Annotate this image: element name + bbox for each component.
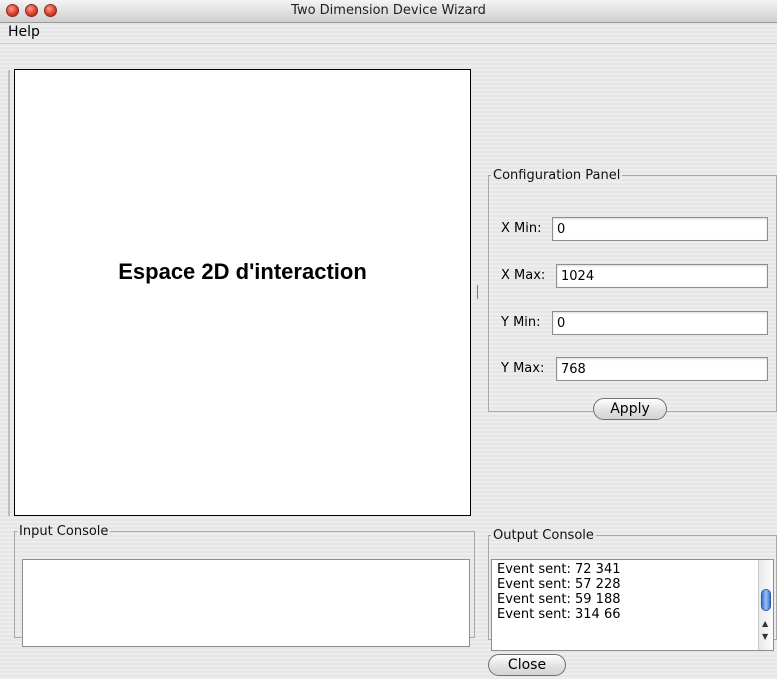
menu-bar: Help: [0, 23, 777, 44]
configuration-panel-legend: Configuration Panel: [493, 168, 621, 183]
y-max-row: Y Max:: [501, 357, 771, 381]
configuration-panel: Configuration Panel X Min: X Max: Y Min:…: [488, 168, 777, 420]
splitter-handle[interactable]: [477, 285, 478, 299]
y-min-row: Y Min:: [501, 311, 771, 335]
output-line: Event sent: 72 341: [497, 562, 621, 577]
output-line: Event sent: 314 66: [497, 607, 621, 622]
output-line: Event sent: 57 228: [497, 577, 621, 592]
x-min-field[interactable]: [552, 217, 768, 241]
y-min-label: Y Min:: [501, 315, 541, 330]
close-button[interactable]: Close: [488, 654, 566, 676]
output-line: Event sent: 59 188: [497, 592, 621, 607]
y-max-label: Y Max:: [501, 361, 545, 376]
y-min-field[interactable]: [552, 311, 768, 335]
output-console-text[interactable]: Event sent: 72 341 Event sent: 57 228 Ev…: [491, 559, 774, 651]
interaction-canvas[interactable]: Espace 2D d'interaction: [14, 69, 471, 516]
menu-help[interactable]: Help: [8, 24, 40, 40]
output-console-panel: Output Console Event sent: 72 341 Event …: [488, 528, 777, 651]
x-max-label: X Max:: [501, 268, 546, 283]
x-min-row: X Min:: [501, 217, 771, 241]
scroll-up-icon[interactable]: ▲: [762, 619, 768, 628]
window-title: Two Dimension Device Wizard: [291, 3, 486, 18]
output-console-legend: Output Console: [493, 528, 594, 543]
x-max-row: X Max:: [501, 264, 771, 288]
left-edge-divider: [8, 70, 10, 516]
input-console-legend: Input Console: [19, 524, 109, 539]
scroll-down-icon[interactable]: ▼: [762, 632, 768, 641]
input-console-panel: Input Console: [14, 524, 475, 647]
canvas-label: Espace 2D d'interaction: [118, 259, 367, 284]
apply-button[interactable]: Apply: [593, 398, 667, 420]
y-max-field[interactable]: [556, 357, 768, 381]
output-lines: Event sent: 72 341 Event sent: 57 228 Ev…: [497, 562, 620, 622]
title-bar: Two Dimension Device Wizard: [0, 0, 777, 23]
input-console-text[interactable]: [22, 559, 470, 647]
scroll-thumb[interactable]: [761, 589, 771, 611]
x-max-field[interactable]: [556, 264, 768, 288]
x-min-label: X Min:: [501, 221, 542, 236]
output-scrollbar[interactable]: ▲ ▼: [758, 560, 773, 650]
